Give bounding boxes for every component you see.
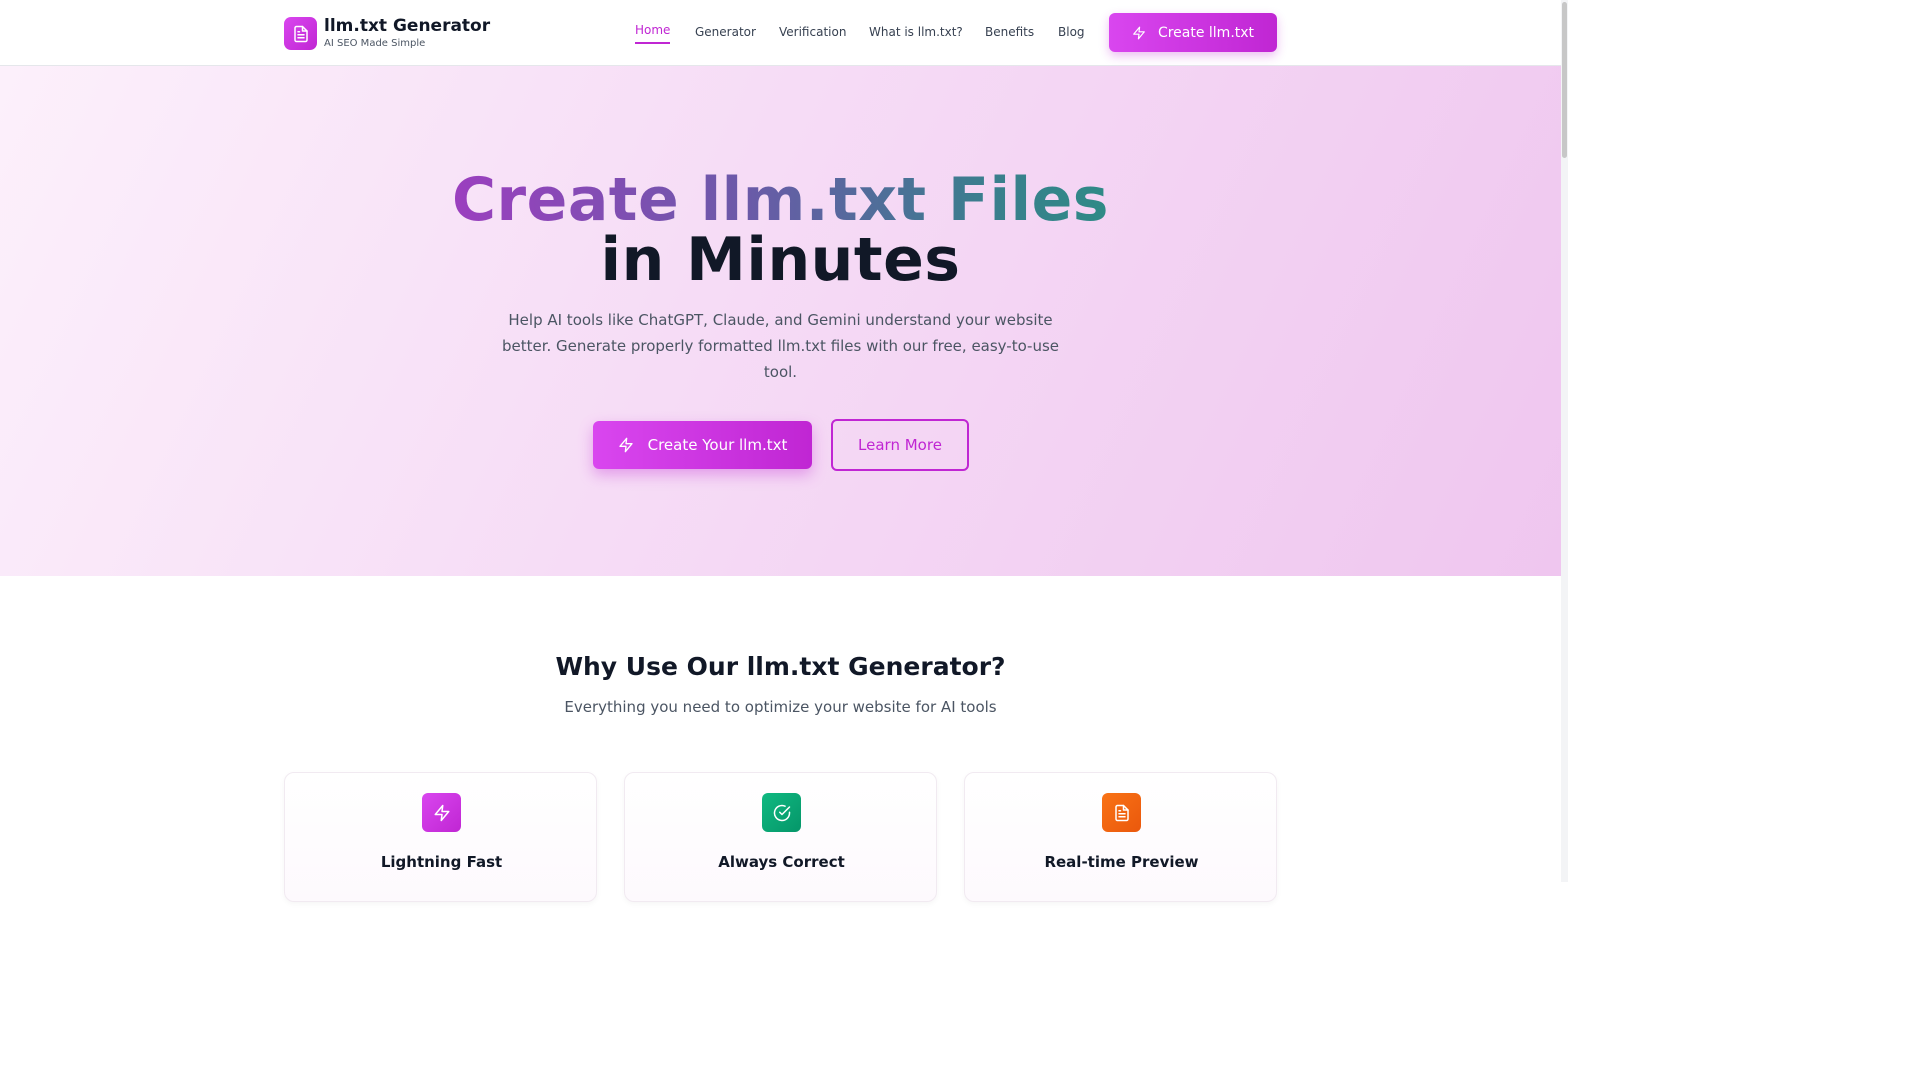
- learn-more-label: Learn More: [858, 436, 942, 454]
- brand-title: llm.txt Generator: [324, 16, 491, 36]
- nav-home[interactable]: Home: [635, 23, 671, 44]
- lightning-icon: [618, 437, 633, 453]
- lightning-icon: [1133, 26, 1145, 39]
- feature-card-lightning-fast: Lightning Fast: [284, 772, 597, 902]
- hero-section: Create llm.txt Files in Minutes Help AI …: [0, 66, 1561, 576]
- feature-card-always-correct: Always Correct: [624, 772, 937, 902]
- feature-card-title: Real-time Preview: [1044, 853, 1199, 871]
- vertical-scrollbar[interactable]: [1561, 0, 1568, 882]
- learn-more-button[interactable]: Learn More: [831, 419, 969, 471]
- feature-card-real-time-preview: Real-time Preview: [964, 772, 1277, 902]
- create-llm-txt-label: Create llm.txt: [1157, 24, 1255, 41]
- nav-what-is-llm-txt[interactable]: What is llm.txt?: [869, 25, 963, 39]
- check-circle-icon: [762, 793, 801, 832]
- features-title: Why Use Our llm.txt Generator?: [555, 652, 1006, 681]
- hero-title-gradient: Create llm.txt Files: [452, 165, 1109, 235]
- hero-description: Help AI tools like ChatGPT, Claude, and …: [501, 311, 1060, 381]
- document-icon: [1102, 793, 1141, 832]
- brand-subtitle: AI SEO Made Simple: [324, 38, 426, 49]
- create-your-llm-txt-button[interactable]: Create Your llm.txt: [593, 421, 812, 469]
- feature-card-title: Always Correct: [718, 853, 845, 871]
- document-icon: [284, 17, 317, 50]
- hero-title-plain: in Minutes: [600, 225, 961, 295]
- site-header: llm.txt Generator AI SEO Made Simple Hom…: [0, 0, 1561, 66]
- create-llm-txt-button[interactable]: Create llm.txt: [1109, 13, 1277, 52]
- nav-blog[interactable]: Blog: [1058, 25, 1085, 39]
- nav-verification[interactable]: Verification: [779, 25, 846, 39]
- scrollbar-thumb[interactable]: [1562, 2, 1567, 158]
- feature-card-title: Lightning Fast: [380, 853, 503, 871]
- lightning-icon: [422, 793, 461, 832]
- nav-generator[interactable]: Generator: [695, 25, 756, 39]
- features-subtitle: Everything you need to optimize your web…: [564, 698, 997, 716]
- nav-benefits[interactable]: Benefits: [985, 25, 1034, 39]
- create-your-llm-txt-label: Create Your llm.txt: [647, 436, 788, 454]
- brand[interactable]: llm.txt Generator AI SEO Made Simple: [284, 16, 490, 51]
